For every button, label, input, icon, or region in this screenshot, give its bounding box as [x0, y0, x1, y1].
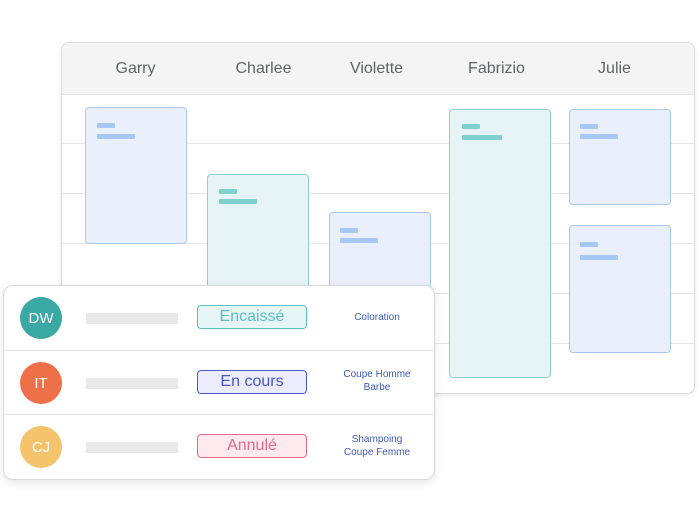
list-item[interactable]: CJ Annulé Shampoing Coupe Femme — [4, 415, 434, 479]
client-name-placeholder — [86, 313, 178, 324]
appointment-block-julie-1[interactable] — [569, 109, 671, 205]
appointment-block-garry[interactable] — [85, 107, 187, 244]
event-line — [97, 123, 115, 128]
event-line — [580, 134, 618, 139]
status-badge: Annulé — [197, 434, 307, 458]
appointment-block-fabrizio[interactable] — [449, 109, 551, 378]
service-name: Coupe Femme — [343, 447, 411, 458]
avatar: CJ — [20, 426, 62, 468]
service-list: Shampoing Coupe Femme — [334, 433, 420, 459]
service-name: Coupe Homme — [343, 369, 411, 380]
list-item[interactable]: DW Encaissé Coloration — [4, 286, 434, 350]
service-list: Coupe Homme Barbe — [334, 368, 420, 394]
calendar-header: Garry Charlee Violette Fabrizio Julie — [62, 43, 694, 95]
appointment-block-julie-2[interactable] — [569, 225, 671, 353]
appointments-list: DW Encaissé Coloration IT En cours Coupe… — [3, 285, 435, 480]
service-list: Coloration — [334, 311, 420, 324]
service-name: Shampoing — [351, 434, 403, 445]
client-name-placeholder — [86, 442, 178, 453]
appointment-block-charlee[interactable] — [207, 174, 309, 294]
service-name: Barbe — [363, 382, 391, 393]
list-item[interactable]: IT En cours Coupe Homme Barbe — [4, 351, 434, 415]
event-line — [219, 189, 237, 194]
status-badge: Encaissé — [197, 305, 307, 329]
status-badge: En cours — [197, 370, 307, 394]
event-line — [340, 238, 378, 243]
staff-name-julie[interactable]: Julie — [554, 60, 675, 78]
event-line — [580, 255, 618, 260]
avatar: IT — [20, 362, 62, 404]
event-line — [97, 134, 135, 139]
event-line — [462, 124, 480, 129]
staff-name-fabrizio[interactable]: Fabrizio — [436, 60, 557, 78]
client-name-placeholder — [86, 378, 178, 389]
event-line — [462, 135, 502, 140]
event-line — [580, 242, 598, 247]
staff-name-charlee[interactable]: Charlee — [203, 60, 324, 78]
event-line — [340, 228, 358, 233]
event-line — [219, 199, 257, 204]
staff-name-garry[interactable]: Garry — [75, 60, 196, 78]
avatar: DW — [20, 297, 62, 339]
staff-name-violette[interactable]: Violette — [316, 60, 437, 78]
event-line — [580, 124, 598, 129]
service-name: Coloration — [354, 312, 400, 323]
